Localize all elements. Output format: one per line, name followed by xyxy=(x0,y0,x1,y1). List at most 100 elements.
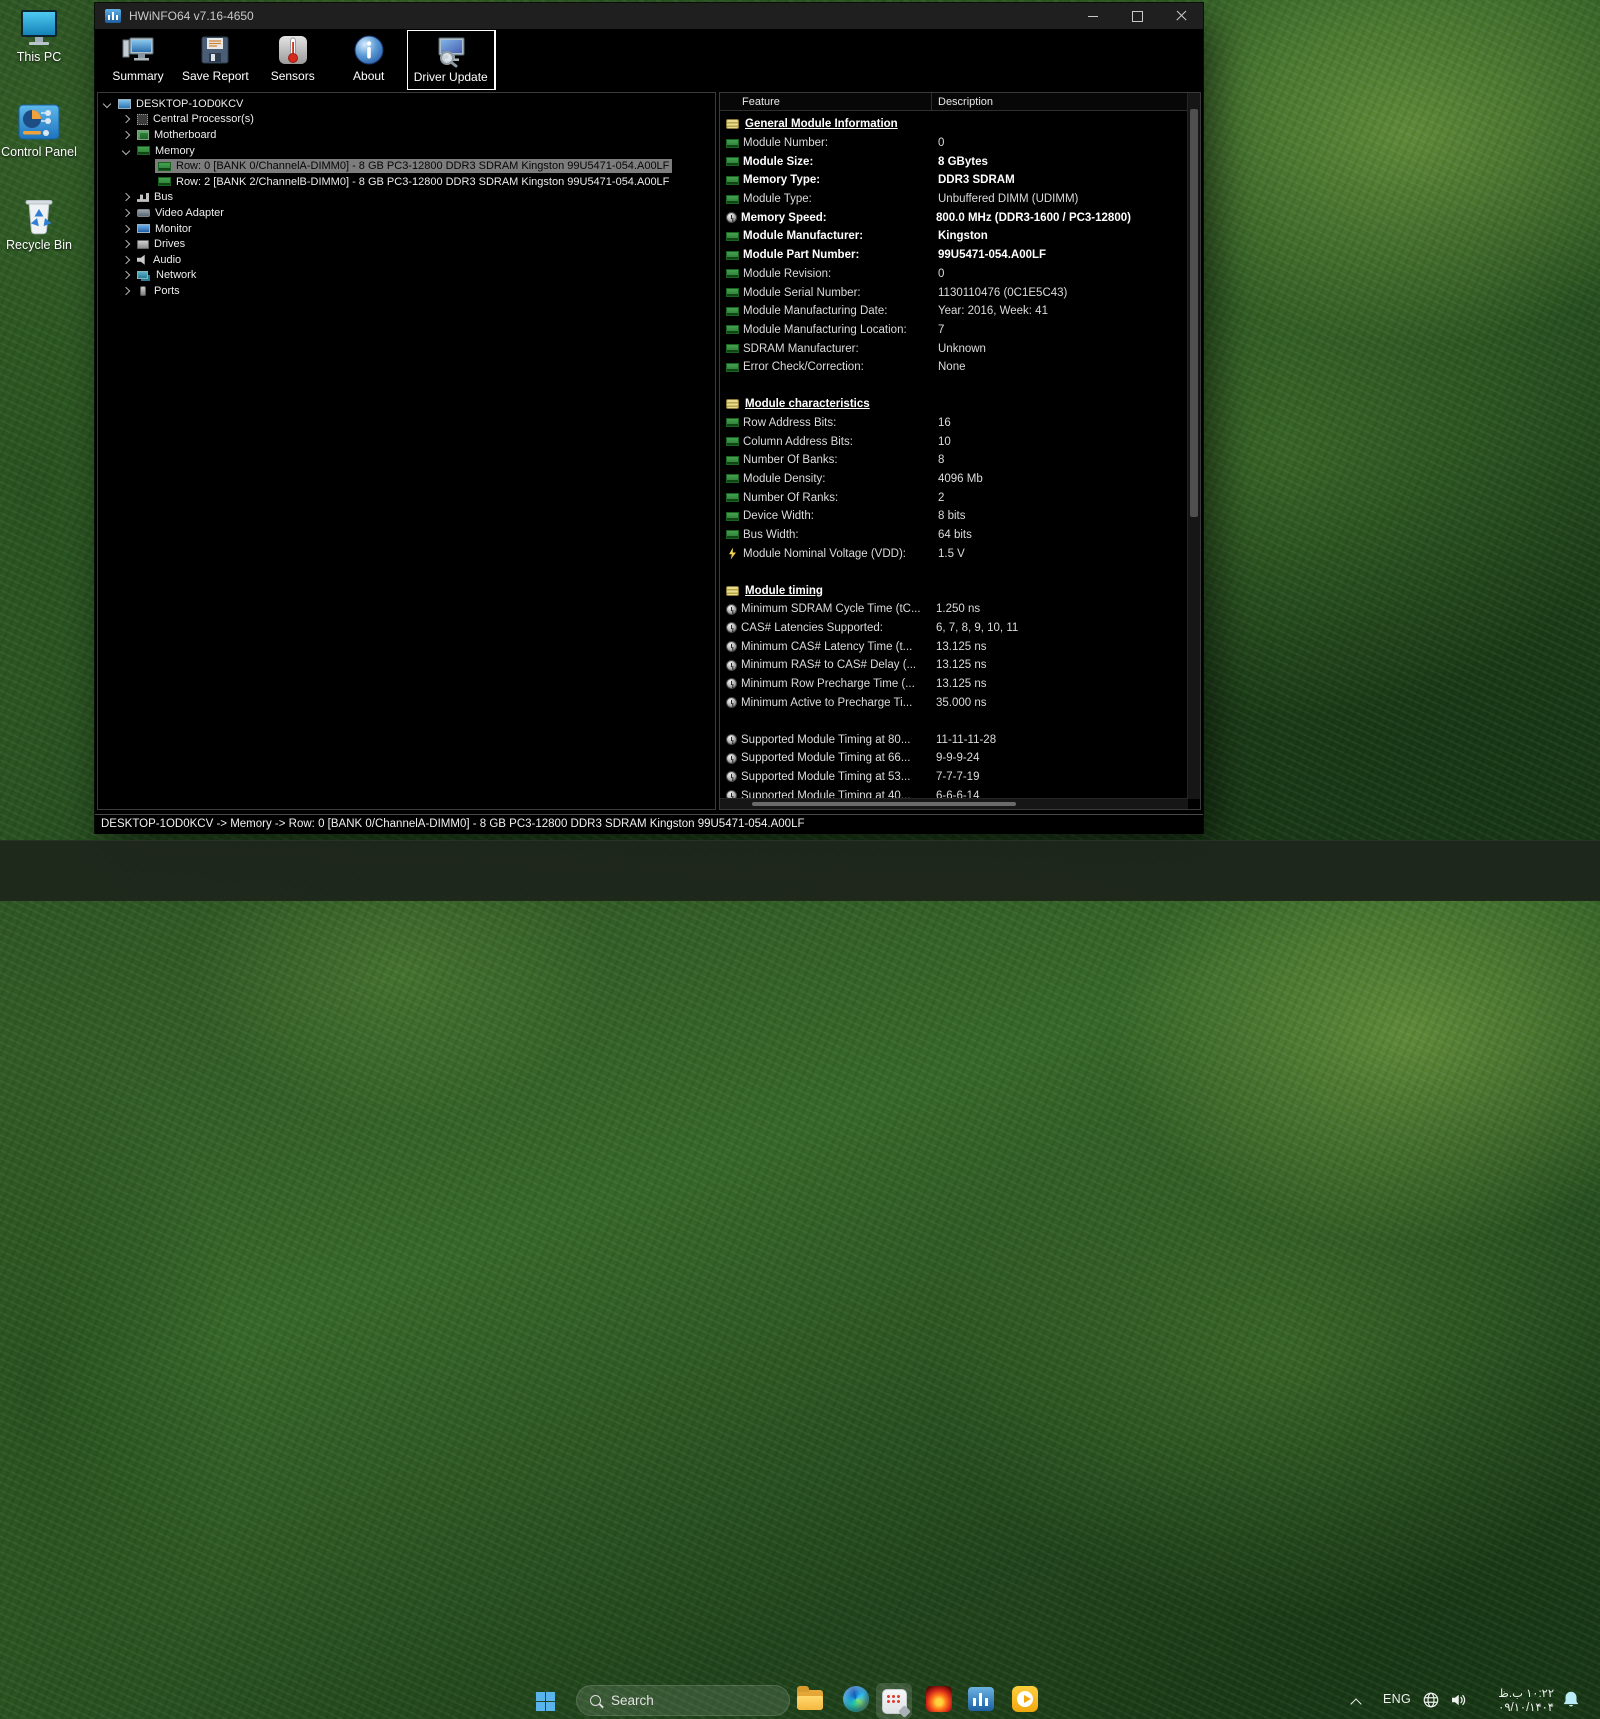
status-bar: DESKTOP-1OD0KCV -> Memory -> Row: 0 [BAN… xyxy=(95,814,1203,834)
feature-value: None xyxy=(938,361,1200,373)
this-pc-icon xyxy=(15,8,63,48)
detail-row[interactable]: Supported Module Timing at 80...11-11-11… xyxy=(720,730,1200,749)
tree-item[interactable]: DESKTOP-1OD0KCV xyxy=(98,96,715,112)
collapse-chevron-icon[interactable] xyxy=(122,146,130,154)
search-box[interactable]: Search xyxy=(576,1685,790,1716)
collapse-chevron-icon[interactable] xyxy=(103,100,111,108)
taskbar-app-snipping-tool-active[interactable] xyxy=(876,1683,912,1719)
taskbar-app-hwinfo64[interactable] xyxy=(968,1686,994,1711)
driver-update-button[interactable]: Driver Update xyxy=(407,30,495,90)
taskbar-app-media-player[interactable] xyxy=(1012,1686,1038,1712)
maximize-button[interactable] xyxy=(1115,3,1159,29)
detail-row[interactable]: Minimum Row Precharge Time (...13.125 ns xyxy=(720,675,1200,694)
taskbar-app-edge[interactable] xyxy=(843,1686,869,1712)
detail-row[interactable]: Supported Module Timing at 66...9-9-9-24 xyxy=(720,749,1200,768)
detail-row[interactable]: Number Of Ranks:2 xyxy=(720,488,1200,507)
detail-row[interactable]: Module Manufacturing Date:Year: 2016, We… xyxy=(720,302,1200,321)
language-indicator[interactable]: ENG xyxy=(1383,1692,1411,1706)
feature-label: Module Type: xyxy=(743,193,934,205)
detail-row[interactable]: Bus Width:64 bits xyxy=(720,526,1200,545)
detail-row[interactable]: Minimum CAS# Latency Time (t...13.125 ns xyxy=(720,637,1200,656)
detail-row[interactable]: Module Manufacturing Location:7 xyxy=(720,321,1200,340)
vertical-scrollbar[interactable] xyxy=(1187,93,1200,799)
detail-row[interactable]: Module Revision:0 xyxy=(720,265,1200,284)
detail-row[interactable]: Minimum SDRAM Cycle Time (tC...1.250 ns xyxy=(720,600,1200,619)
notification-center-button[interactable] xyxy=(1560,1689,1582,1716)
expand-chevron-icon[interactable] xyxy=(122,287,130,295)
tray-clock[interactable]: ١٠:٢٢ ب.ظ ١۴٠۴/٠٩/١٠ xyxy=(1478,1688,1554,1715)
detail-row[interactable]: Error Check/Correction:None xyxy=(720,358,1200,377)
tree-item-body: Row: 2 [BANK 2/ChannelB-DIMM0] - 8 GB PC… xyxy=(155,175,672,189)
detail-row[interactable]: Module Serial Number:1130110476 (0C1E5C4… xyxy=(720,283,1200,302)
feature-value: 1.5 V xyxy=(938,548,1200,560)
detail-row[interactable]: CAS# Latencies Supported:6, 7, 8, 9, 10,… xyxy=(720,619,1200,638)
sensors-button[interactable]: Sensors xyxy=(255,30,331,90)
expand-chevron-icon[interactable] xyxy=(122,115,130,123)
tree-item[interactable]: Central Processor(s) xyxy=(98,112,715,128)
feature-column-header[interactable]: Feature xyxy=(720,93,932,110)
minimize-button[interactable] xyxy=(1071,3,1115,29)
volume-tray-button[interactable] xyxy=(1449,1691,1467,1714)
tree-item[interactable]: Bus xyxy=(98,190,715,206)
expand-chevron-icon[interactable] xyxy=(122,209,130,217)
tree-item[interactable]: Monitor xyxy=(98,221,715,237)
expand-chevron-icon[interactable] xyxy=(122,255,130,263)
desktop-icon-recycle-bin[interactable]: Recycle Bin xyxy=(0,196,78,252)
ports-icon xyxy=(140,286,146,296)
tree-item[interactable]: Row: 2 [BANK 2/ChannelB-DIMM0] - 8 GB PC… xyxy=(98,174,715,190)
tree-item[interactable]: Network xyxy=(98,268,715,284)
detail-row[interactable]: Module Number:0 xyxy=(720,134,1200,153)
tree-item[interactable]: Video Adapter xyxy=(98,205,715,221)
close-button[interactable] xyxy=(1159,3,1203,29)
summary-button[interactable]: Summary xyxy=(100,30,176,90)
detail-row[interactable]: Number Of Banks:8 xyxy=(720,451,1200,470)
taskbar-app-file-explorer[interactable] xyxy=(797,1686,823,1710)
expand-chevron-icon[interactable] xyxy=(122,193,130,201)
detail-row[interactable]: SDRAM Manufacturer:Unknown xyxy=(720,339,1200,358)
detail-row[interactable]: Module Nominal Voltage (VDD):1.5 V xyxy=(720,544,1200,563)
detail-row[interactable]: Memory Type:DDR3 SDRAM xyxy=(720,171,1200,190)
desktop-icon-control-panel[interactable]: Control Panel xyxy=(0,103,78,159)
tree-item[interactable]: Drives xyxy=(98,236,715,252)
network-tray-button[interactable] xyxy=(1422,1691,1440,1714)
detail-row[interactable]: Module Manufacturer:Kingston xyxy=(720,227,1200,246)
tree-item[interactable]: Memory xyxy=(98,143,715,159)
section-title: Module timing xyxy=(745,585,823,597)
tree-item-label: Monitor xyxy=(155,223,192,235)
save-report-button[interactable]: Save Report xyxy=(176,30,255,90)
start-button[interactable] xyxy=(530,1686,560,1716)
detail-row[interactable]: Minimum RAS# to CAS# Delay (...13.125 ns xyxy=(720,656,1200,675)
feature-value: 35.000 ns xyxy=(936,697,1200,709)
vertical-scrollbar-thumb[interactable] xyxy=(1190,109,1198,517)
detail-row[interactable]: Module Part Number:99U5471-054.A00LF xyxy=(720,246,1200,265)
detail-row[interactable]: Supported Module Timing at 53...7-7-7-19 xyxy=(720,768,1200,787)
detail-row[interactable]: Module Density:4096 Mb xyxy=(720,470,1200,489)
detail-row[interactable]: Module Size:8 GBytes xyxy=(720,152,1200,171)
clock-icon xyxy=(726,753,737,764)
desktop-icon-this-pc[interactable]: This PC xyxy=(0,8,78,64)
about-button[interactable]: About xyxy=(331,30,407,90)
horizontal-scrollbar-thumb[interactable] xyxy=(752,802,1016,806)
description-column-header[interactable]: Description xyxy=(932,96,993,108)
window-titlebar[interactable]: HWiNFO64 v7.16-4650 xyxy=(95,3,1203,29)
detail-row[interactable]: Memory Speed:800.0 MHz (DDR3-1600 / PC3-… xyxy=(720,208,1200,227)
tree-item[interactable]: Ports xyxy=(98,283,715,299)
expand-chevron-icon[interactable] xyxy=(122,224,130,232)
expand-chevron-icon[interactable] xyxy=(122,131,130,139)
tree-item[interactable]: Motherboard xyxy=(98,127,715,143)
detail-row[interactable]: Column Address Bits:10 xyxy=(720,432,1200,451)
section-title: Module characteristics xyxy=(745,398,870,410)
detail-row[interactable]: Row Address Bits:16 xyxy=(720,414,1200,433)
tree-item[interactable]: Row: 0 [BANK 0/ChannelA-DIMM0] - 8 GB PC… xyxy=(98,158,715,174)
detail-row[interactable]: Minimum Active to Precharge Ti...35.000 … xyxy=(720,693,1200,712)
expand-chevron-icon[interactable] xyxy=(122,240,130,248)
tray-overflow-button[interactable] xyxy=(1352,1695,1360,1713)
horizontal-scrollbar[interactable] xyxy=(720,798,1188,809)
tree-item-label: Row: 2 [BANK 2/ChannelB-DIMM0] - 8 GB PC… xyxy=(176,176,669,188)
tree-item[interactable]: Audio xyxy=(98,252,715,268)
detail-row[interactable]: Module Type:Unbuffered DIMM (UDIMM) xyxy=(720,190,1200,209)
expand-chevron-icon[interactable] xyxy=(122,271,130,279)
details-header[interactable]: Feature Description xyxy=(720,93,1200,111)
detail-row[interactable]: Device Width:8 bits xyxy=(720,507,1200,526)
taskbar-app-furmark[interactable] xyxy=(926,1686,952,1712)
